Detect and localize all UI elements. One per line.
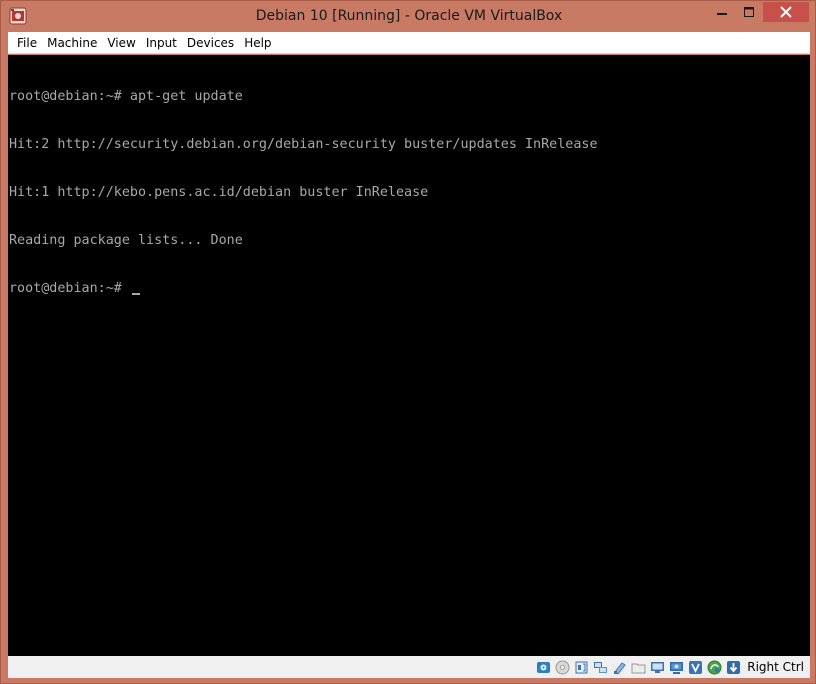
network-icon[interactable] — [592, 659, 609, 676]
console-prompt-line: root@debian:~# — [9, 281, 598, 297]
menu-devices[interactable]: Devices — [182, 32, 239, 54]
window-title: Debian 10 [Running] - Oracle VM VirtualB… — [255, 8, 563, 24]
console-line: Hit:1 http://kebo.pens.ac.id/debian bust… — [9, 185, 429, 200]
audio-icon[interactable] — [573, 659, 590, 676]
hard-disk-icon[interactable] — [535, 659, 552, 676]
optical-drive-icon[interactable] — [554, 659, 571, 676]
minimize-button[interactable] — [709, 2, 735, 22]
vm-console[interactable]: root@debian:~# apt-get update Hit:2 http… — [8, 55, 810, 656]
close-icon — [780, 6, 792, 18]
display-icon[interactable] — [649, 659, 666, 676]
virtualbox-window: Debian 10 [Running] - Oracle VM VirtualB… — [0, 0, 816, 684]
console-line: Hit:2 http://security.debian.org/debian-… — [9, 137, 598, 152]
menu-machine[interactable]: Machine — [42, 32, 102, 54]
menu-help[interactable]: Help — [239, 32, 276, 54]
menu-file[interactable]: File — [12, 32, 42, 54]
menu-input[interactable]: Input — [141, 32, 182, 54]
console-prompt: root@debian:~# — [9, 281, 130, 296]
menu-bar: File Machine View Input Devices Help — [8, 32, 810, 54]
menu-view[interactable]: View — [102, 32, 140, 54]
text-cursor — [131, 293, 140, 295]
host-key-label: Right Ctrl — [747, 660, 804, 674]
maximize-icon — [744, 7, 754, 17]
status-bar: Right Ctrl — [8, 656, 810, 678]
mouse-integration-icon[interactable] — [706, 659, 723, 676]
shared-folders-icon[interactable] — [630, 659, 647, 676]
usb-icon[interactable] — [611, 659, 628, 676]
minimize-icon — [717, 13, 727, 15]
close-button[interactable] — [763, 2, 809, 22]
status-icons: Right Ctrl — [535, 658, 804, 676]
vrde-icon[interactable] — [687, 659, 704, 676]
host-key-arrow-icon — [725, 659, 742, 676]
maximize-button[interactable] — [736, 2, 762, 22]
console-line: Reading package lists... Done — [9, 233, 243, 248]
console-line: root@debian:~# apt-get update — [9, 89, 243, 104]
console-output: root@debian:~# apt-get update Hit:2 http… — [9, 57, 598, 329]
video-capture-icon[interactable] — [668, 659, 685, 676]
title-bar[interactable]: Debian 10 [Running] - Oracle VM VirtualB… — [1, 1, 816, 32]
